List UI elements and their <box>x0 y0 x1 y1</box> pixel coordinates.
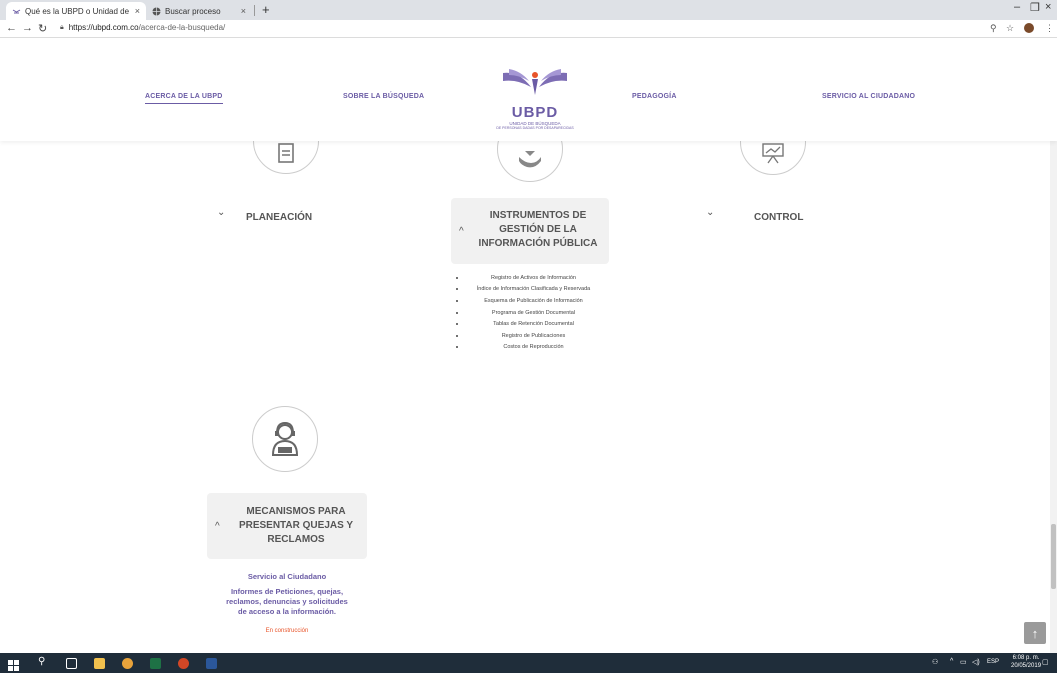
globe-icon <box>152 7 161 16</box>
document-link[interactable]: Esquema de Publicación de Información <box>464 298 603 304</box>
nav-pedagogia[interactable]: PEDAGOGÍA <box>632 93 677 100</box>
system-clock[interactable]: 6:08 p. m. 20/05/2019 <box>1011 655 1041 671</box>
heading-line: PRESENTAR QUEJAS Y <box>238 520 354 531</box>
forward-arrow-icon[interactable]: → <box>22 22 33 34</box>
clock-date: 20/05/2019 <box>1011 662 1042 669</box>
tab-close-icon[interactable]: × <box>241 6 246 16</box>
page-content: ⌄ PLANEACIÓN ^ INSTRUMENTOS DE GESTIÓN D… <box>0 108 1050 653</box>
address-bar-row: ← → ↻ 🔒︎ https://ubpd.com.co/acerca-de-l… <box>0 20 1057 38</box>
file-explorer-icon[interactable] <box>94 658 105 669</box>
word-icon[interactable] <box>206 658 217 669</box>
list-item[interactable]: Costos de Reproducción <box>453 342 603 354</box>
document-link[interactable]: Índice de Información Clasificada y Rese… <box>464 286 603 292</box>
document-icon <box>278 143 294 163</box>
lock-icon: 🔒︎ <box>60 23 64 31</box>
list-item[interactable]: Programa de Gestión Documental <box>453 307 603 319</box>
chrome-icon[interactable] <box>122 658 133 669</box>
document-link[interactable]: Registro de Activos de Información <box>464 275 603 281</box>
arrow-up-icon: ↑ <box>1031 625 1039 641</box>
url-host: https://ubpd.com.co <box>68 23 139 32</box>
mecanismos-heading[interactable]: MECANISMOS PARA PRESENTAR QUEJAS Y RECLA… <box>228 505 364 547</box>
chevron-down-icon[interactable]: ⌄ <box>217 207 225 218</box>
list-item[interactable]: Registro de Activos de Información <box>453 272 603 284</box>
scrollbar-thumb[interactable] <box>1051 524 1056 589</box>
close-window-button[interactable]: × <box>1045 1 1051 13</box>
desc-line: Informes de Peticiones, quejas, <box>230 587 344 596</box>
construction-note: En construcción <box>265 628 309 634</box>
servicio-link[interactable]: Servicio al Ciudadano <box>207 572 367 581</box>
network-icon[interactable]: ▭ <box>960 658 967 666</box>
desc-line: reclamos, denuncias y solicitudes <box>226 597 348 607</box>
chevron-up-icon[interactable]: ^ <box>459 226 464 237</box>
list-item[interactable]: Esquema de Publicación de Información <box>453 295 603 307</box>
logo-tagline: DE PERSONAS DADAS POR DESAPARECIDAS <box>496 126 574 131</box>
control-heading[interactable]: CONTROL <box>754 211 803 225</box>
new-tab-button[interactable]: + <box>262 2 270 17</box>
windows-start-icon[interactable] <box>8 658 19 671</box>
zoom-icon[interactable]: ⚲ <box>990 23 997 34</box>
mecanismos-icon-circle <box>252 406 318 472</box>
tab-title: Qué es la UBPD o Unidad de bús <box>25 6 131 16</box>
list-item[interactable]: Registro de Publicaciones <box>453 330 603 342</box>
logo-brand: UBPD <box>511 104 559 121</box>
heading-line: MECANISMOS PARA <box>246 506 346 517</box>
list-item[interactable]: Tablas de Retención Documental <box>453 318 603 330</box>
browser-tab-strip: Qué es la UBPD o Unidad de bús × Buscar … <box>0 0 1057 20</box>
nav-servicio[interactable]: SERVICIO AL CIUDADANO <box>822 93 915 100</box>
people-icon[interactable]: ⚇ <box>932 658 938 666</box>
volume-icon[interactable]: ◁) <box>972 658 980 666</box>
notifications-icon[interactable]: ▢ <box>1042 658 1049 666</box>
tab-ubpd[interactable]: Qué es la UBPD o Unidad de bús × <box>6 2 146 20</box>
document-link[interactable]: Registro de Publicaciones <box>464 333 603 339</box>
chevron-up-icon[interactable]: ^ <box>215 521 220 532</box>
powerpoint-icon[interactable] <box>178 658 189 669</box>
presentation-chart-icon <box>762 143 784 164</box>
chevron-up-tray-icon[interactable]: ^ <box>950 658 953 665</box>
planeacion-heading[interactable]: PLANEACIÓN <box>246 211 312 225</box>
chevron-down-icon[interactable]: ⌄ <box>706 207 714 218</box>
excel-icon[interactable] <box>150 658 161 669</box>
back-arrow-icon[interactable]: ← <box>6 22 17 34</box>
tab-buscar-proceso[interactable]: Buscar proceso × <box>146 2 252 20</box>
desc-line: de acceso a la información. <box>238 607 336 617</box>
profile-avatar[interactable] <box>1024 23 1034 35</box>
tab-separator <box>254 5 255 16</box>
url-path: /acerca-de-la-busqueda/ <box>138 23 226 32</box>
document-link[interactable]: Costos de Reproducción <box>464 344 603 350</box>
star-icon[interactable]: ☆ <box>1006 23 1014 34</box>
document-link[interactable]: Tablas de Retención Documental <box>464 321 603 327</box>
document-link[interactable]: Programa de Gestión Documental <box>464 310 603 316</box>
hand-file-icon <box>519 151 541 168</box>
nav-acerca[interactable]: ACERCA DE LA UBPD <box>145 93 223 104</box>
heading-line: INFORMACIÓN PÚBLICA <box>478 238 598 249</box>
heading-line: INSTRUMENTOS DE <box>489 210 587 221</box>
windows-taskbar: ⚲ ⚇ ^ ▭ ◁) ESP 6:08 p. m. 20/05/2019 ▢ <box>0 653 1057 673</box>
tab-close-icon[interactable]: × <box>135 6 140 16</box>
informes-link[interactable]: Informes de Peticiones, quejas, reclamos… <box>207 587 367 617</box>
ubpd-wings-icon <box>503 69 567 95</box>
search-icon[interactable]: ⚲ <box>38 656 49 667</box>
site-favicon-icon <box>12 7 21 16</box>
back-to-top-button[interactable]: ↑ <box>1024 622 1046 644</box>
heading-line: GESTIÓN DE LA <box>499 224 577 235</box>
clock-time: 6:08 p. m. <box>1012 655 1040 661</box>
reload-icon[interactable]: ↻ <box>38 22 47 35</box>
tab-title: Buscar proceso <box>165 6 221 16</box>
call-center-agent-icon <box>271 421 299 456</box>
ubpd-logo[interactable]: UBPD UNIDAD DE BÚSQUEDA DE PERSONAS DADA… <box>490 65 580 131</box>
nav-sobre-busqueda[interactable]: SOBRE LA BÚSQUEDA <box>343 93 424 100</box>
site-header: ACERCA DE LA UBPD SOBRE LA BÚSQUEDA PEDA… <box>0 38 1057 141</box>
instrumentos-heading[interactable]: INSTRUMENTOS DE GESTIÓN DE LA INFORMACIÓ… <box>470 209 606 251</box>
documents-list: Registro de Activos de Información Índic… <box>453 272 603 353</box>
list-item[interactable]: Índice de Información Clasificada y Rese… <box>453 284 603 296</box>
minimize-button[interactable]: – <box>1014 1 1020 13</box>
maximize-button[interactable]: ❐ <box>1030 1 1040 14</box>
menu-kebab-icon[interactable]: ⋮ <box>1045 23 1054 34</box>
heading-line: RECLAMOS <box>267 534 325 545</box>
language-indicator[interactable]: ESP <box>987 659 999 665</box>
url-field[interactable]: 🔒︎ https://ubpd.com.co/acerca-de-la-busq… <box>60 23 225 32</box>
task-view-icon[interactable] <box>66 658 77 669</box>
